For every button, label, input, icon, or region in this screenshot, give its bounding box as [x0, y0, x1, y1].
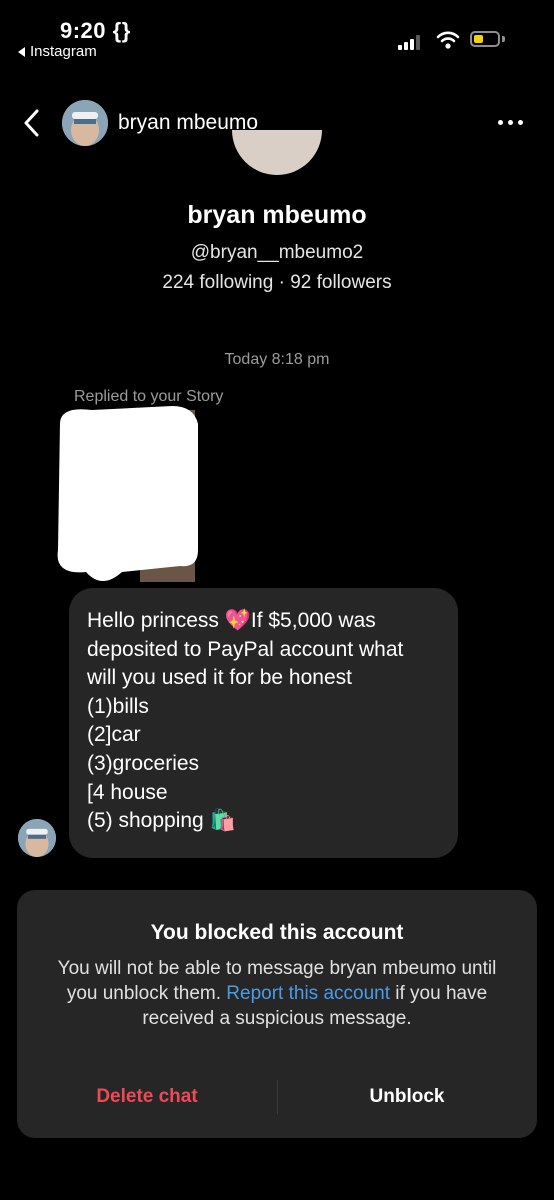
profile-name: bryan mbeumo — [187, 201, 367, 229]
sender-avatar[interactable] — [18, 819, 56, 857]
back-triangle-icon — [18, 46, 25, 57]
message-line: deposited to PayPal account what — [87, 637, 404, 661]
message-line: (5) shopping 🛍️ — [87, 809, 236, 833]
message-line: [4 house — [87, 780, 168, 804]
back-app-label: Instagram — [30, 43, 97, 60]
blocked-account-card: You blocked this account You will not be… — [17, 890, 537, 1138]
profile-stats: 224 following · 92 followers — [162, 272, 392, 293]
message-line: Hello princess 💖If $5,000 was — [87, 609, 376, 632]
battery-icon — [470, 31, 500, 47]
story-thumbnail-redacted[interactable] — [52, 400, 202, 585]
message-line: (2]car — [87, 723, 141, 747]
cellular-signal-icon — [398, 32, 424, 50]
profile-username: @bryan__mbeumo2 — [190, 242, 364, 263]
message-line: (1)bills — [87, 694, 149, 718]
message-bubble[interactable]: Hello princess 💖If $5,000 was deposited … — [69, 588, 458, 858]
message-line: (3)groceries — [87, 751, 200, 775]
avatar-photo — [18, 819, 56, 857]
unblock-button[interactable]: Unblock — [277, 1086, 537, 1108]
more-horizontal-icon[interactable] — [498, 120, 523, 125]
wifi-icon — [436, 31, 460, 49]
profile-photo-partial — [232, 130, 322, 175]
message-line: will you used it for be honest — [87, 666, 352, 690]
avatar-photo — [62, 100, 108, 146]
header-avatar[interactable] — [62, 100, 108, 146]
back-to-app-link[interactable]: Instagram — [18, 43, 97, 60]
message-timestamp: Today 8:18 pm — [224, 351, 330, 368]
delete-chat-button[interactable]: Delete chat — [17, 1086, 277, 1108]
blocked-card-body: You will not be able to message bryan mb… — [53, 956, 501, 1031]
status-time: 9:20 {} — [60, 18, 131, 43]
report-account-link[interactable]: Report this account — [226, 983, 390, 1004]
blocked-card-title: You blocked this account — [150, 921, 404, 944]
battery-nub — [502, 36, 505, 42]
chevron-left-icon[interactable] — [22, 108, 42, 138]
